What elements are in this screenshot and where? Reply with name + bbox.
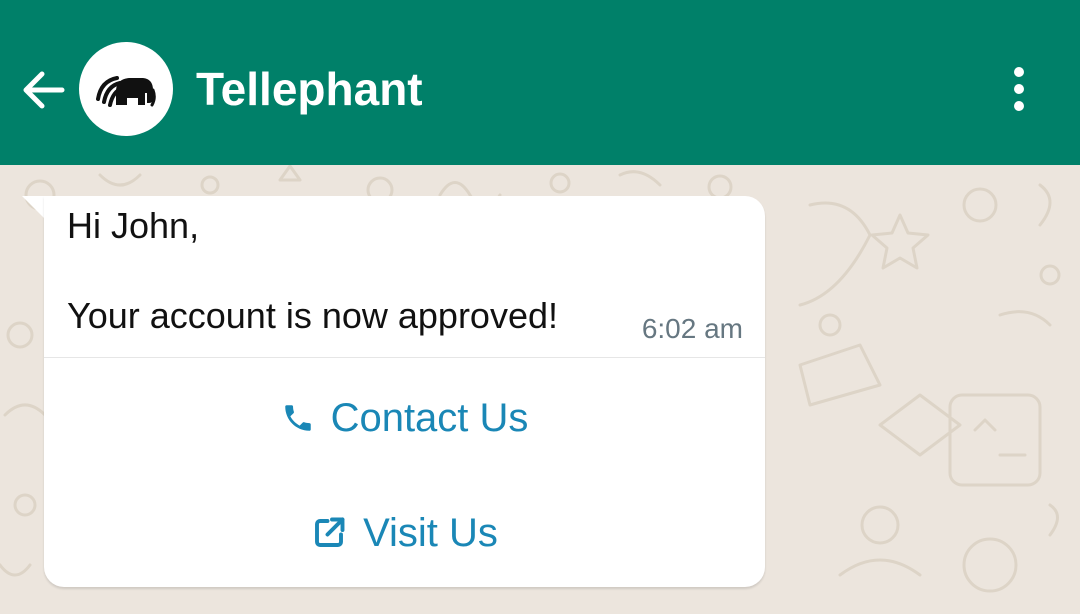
contact-us-label: Contact Us [330,396,529,440]
divider [44,357,765,358]
more-vert-icon-dot [1014,101,1024,111]
message-bubble[interactable]: Hi John, Your account is now approved! 6… [44,196,765,587]
message-time: 6:02 am [641,313,743,344]
more-vert-icon [1014,67,1024,77]
message-text: Your account is now approved! [67,295,558,336]
message-greeting: Hi John, [67,205,200,246]
back-button[interactable] [14,60,74,120]
chat-header: Tellephant [0,0,1080,165]
more-vert-icon-dot [1014,84,1024,94]
external-link-icon [311,515,347,551]
chat-title[interactable]: Tellephant [196,58,423,120]
more-options-button[interactable] [994,58,1044,120]
elephant-logo-icon [96,76,156,107]
phone-icon [281,401,315,435]
contact-us-button[interactable]: Contact Us [44,368,765,468]
visit-us-button[interactable]: Visit Us [44,483,765,583]
arrow-left-icon [23,71,65,109]
visit-us-label: Visit Us [363,511,498,555]
avatar[interactable] [79,42,173,136]
